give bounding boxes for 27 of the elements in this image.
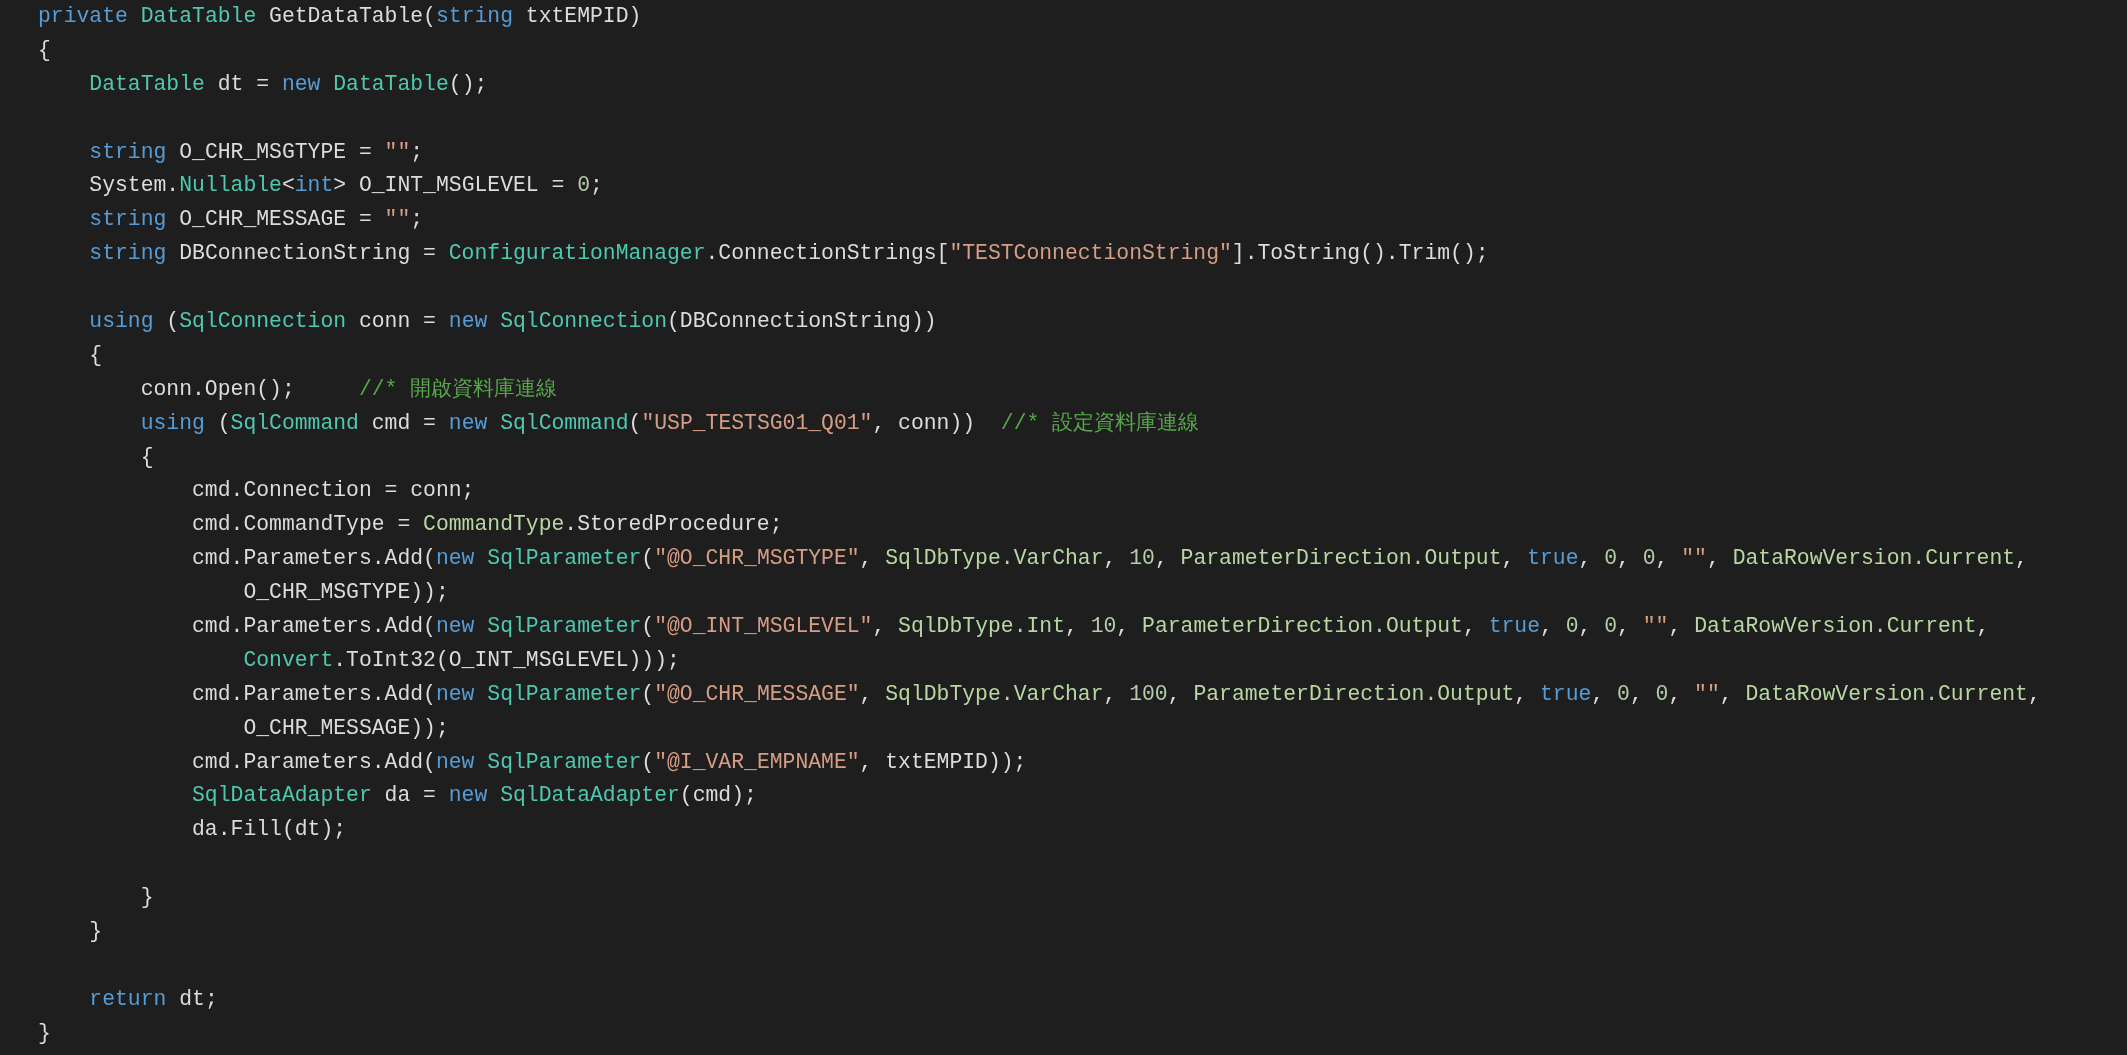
code-line: string O_CHR_MSGTYPE = ""; — [88, 138, 424, 166]
code-line: System.Nullable<int> O_INT_MSGLEVEL = 0; — [88, 172, 603, 200]
code-line: cmd.Connection = conn; — [191, 477, 475, 505]
code-line: } — [88, 918, 103, 946]
code-line: cmd.Parameters.Add(new SqlParameter("@O_INT_MSGLEVEL", SqlDbType.Int, 10, ParameterDirection.Output, true, 0, 0, "", DataRowVersion.Current, — [191, 613, 1990, 641]
code-line: O_CHR_MESSAGE)); — [242, 714, 449, 742]
code-line: { — [139, 443, 154, 471]
code-line: cmd.Parameters.Add(new SqlParameter("@I_VAR_EMPNAME", txtEMPID)); — [191, 748, 1027, 776]
code-line: string DBConnectionString = ConfigurationManager.ConnectionStrings["TESTConnectionString"].ToString().Trim(); — [88, 240, 1489, 268]
code-line: cmd.Parameters.Add(new SqlParameter("@O_CHR_MSGTYPE", SqlDbType.VarChar, 10, ParameterDirection.Output, true, 0, 0, "", DataRowVersion.Current, — [191, 545, 2028, 573]
code-line: cmd.CommandType = CommandType.StoredProcedure; — [191, 511, 783, 539]
code-line: cmd.Parameters.Add(new SqlParameter("@O_CHR_MESSAGE", SqlDbType.VarChar, 100, ParameterDirection.Output, true, 0, 0, "", DataRowVersion.Current, — [191, 680, 2041, 708]
code-line: O_CHR_MSGTYPE)); — [242, 579, 449, 607]
code-line: { — [88, 341, 103, 369]
code-line: } — [38, 1019, 51, 1047]
code-line: SqlDataAdapter da = new SqlDataAdapter(cmd); — [191, 782, 757, 810]
code-line: da.Fill(dt); — [191, 816, 347, 844]
code-line: } — [139, 884, 154, 912]
code-line: Convert.ToInt32(O_INT_MSGLEVEL))); — [242, 646, 680, 674]
code-line: { — [38, 36, 51, 64]
code-line: private DataTable GetDataTable(string txtEMPID) — [38, 3, 642, 30]
code-line: string O_CHR_MESSAGE = ""; — [88, 206, 424, 234]
code-line: DataTable dt = new DataTable(); — [88, 70, 488, 98]
code-line: using (SqlCommand cmd = new SqlCommand("USP_TESTSG01_Q01", conn)) //* 設定資料庫連線 — [139, 409, 1200, 437]
code-line: conn.Open(); //* 開啟資料庫連線 — [139, 375, 558, 403]
code-line: using (SqlConnection conn = new SqlConnection(DBConnectionString)) — [88, 308, 937, 335]
code-line: return dt; — [88, 985, 218, 1013]
